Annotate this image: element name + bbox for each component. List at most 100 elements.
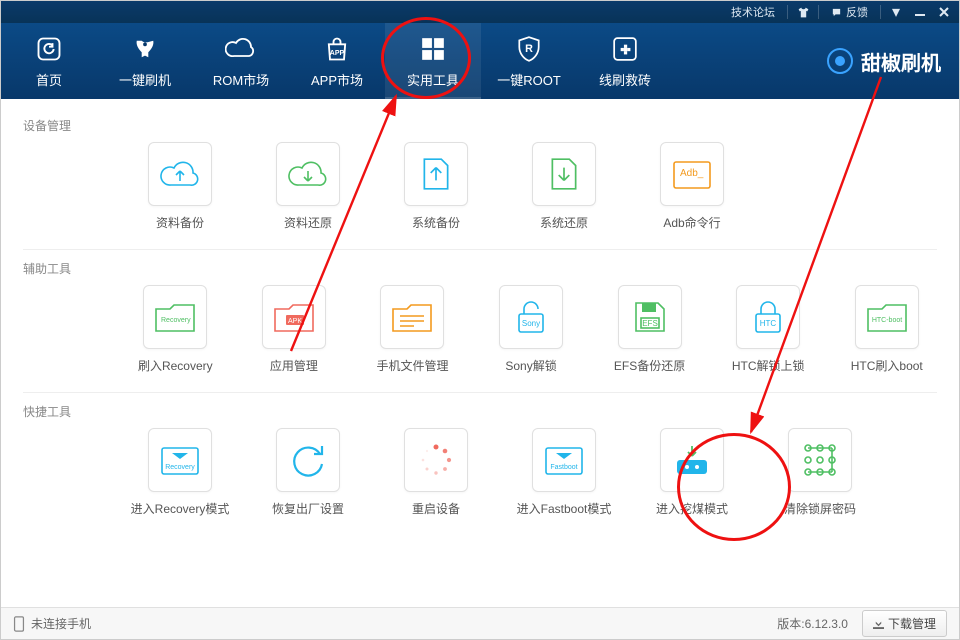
- speech-icon: [831, 7, 842, 18]
- bag-icon: APP: [320, 34, 354, 64]
- tool-enter-recovery[interactable]: Recovery 进入Recovery模式: [125, 428, 235, 517]
- svg-text:APP: APP: [330, 49, 345, 56]
- nav-oneclick-flash[interactable]: 一键刷机: [97, 23, 193, 99]
- tool-label: HTC刷入boot: [851, 357, 923, 374]
- floppy-icon: EFS: [632, 299, 668, 335]
- tool-label: Sony解锁: [505, 357, 556, 374]
- section-title-quick: 快捷工具: [23, 403, 937, 420]
- brand-text: 甜椒刷机: [861, 47, 941, 76]
- folder-files-icon: [390, 299, 434, 335]
- close-icon[interactable]: [933, 1, 955, 23]
- tool-reboot[interactable]: 重启设备: [381, 428, 491, 517]
- minimize-icon[interactable]: [909, 1, 931, 23]
- cycle-icon: [288, 440, 328, 480]
- titlebar: 技术论坛 反馈 ▾: [1, 1, 959, 23]
- separator: [23, 392, 937, 393]
- tool-adb[interactable]: Adb_ Adb命令行: [637, 142, 747, 231]
- tool-file-manage[interactable]: 手机文件管理: [362, 285, 463, 374]
- tool-label: 进入Recovery模式: [131, 500, 230, 517]
- rocket-icon: [128, 34, 162, 64]
- grid-icon: [416, 34, 450, 64]
- tool-app-manage[interactable]: APK 应用管理: [244, 285, 345, 374]
- nav-app-market[interactable]: APP APP市场: [289, 23, 385, 99]
- nav-label: 实用工具: [407, 70, 459, 89]
- brand-logo-icon: [827, 48, 853, 74]
- titlebar-divider: [880, 5, 881, 19]
- tool-label: 进入Fastboot模式: [517, 500, 612, 517]
- folder-recovery-icon: Recovery: [153, 299, 197, 335]
- shield-icon: R: [512, 34, 546, 64]
- enter-fastboot-icon: Fastboot: [542, 442, 586, 478]
- tool-label: 进入挖煤模式: [656, 500, 728, 517]
- android-dig-icon: [673, 442, 711, 478]
- download-manager-button[interactable]: 下载管理: [862, 610, 947, 637]
- svg-text:APK: APK: [288, 318, 302, 325]
- status-version: 版本:6.12.3.0: [777, 615, 848, 632]
- feedback-link[interactable]: 反馈: [823, 1, 876, 23]
- terminal-icon: Adb_: [671, 157, 713, 191]
- quick-row: Recovery 进入Recovery模式 恢复出厂设置 重启设备 Fastbo…: [23, 428, 937, 517]
- tool-label: 刷入Recovery: [138, 357, 213, 374]
- nav-tools[interactable]: 实用工具: [385, 23, 481, 99]
- svg-text:R: R: [525, 43, 533, 55]
- download-icon: [873, 618, 884, 629]
- nav-home[interactable]: 首页: [1, 23, 97, 99]
- lock-sony-icon: Sony: [514, 298, 548, 336]
- tool-backup-data[interactable]: 资料备份: [125, 142, 235, 231]
- refresh-icon: [32, 34, 66, 64]
- forum-link[interactable]: 技术论坛: [723, 1, 783, 23]
- nav-line-flash[interactable]: 线刷救砖: [577, 23, 673, 99]
- status-device: 未连接手机: [31, 615, 91, 632]
- tool-download-mode[interactable]: 进入挖煤模式: [637, 428, 747, 517]
- nav-label: 一键刷机: [119, 70, 171, 89]
- tool-htc-unlock[interactable]: HTC HTC解锁上锁: [718, 285, 819, 374]
- tool-label: 资料备份: [156, 214, 204, 231]
- tool-label: 恢复出厂设置: [272, 500, 344, 517]
- section-title-aux: 辅助工具: [23, 260, 937, 277]
- tool-label: 系统还原: [540, 214, 588, 231]
- device-row: 资料备份 资料还原 系统备份 系统还原 Adb_ Adb命令行: [23, 142, 937, 231]
- nav-root[interactable]: R 一键ROOT: [481, 23, 577, 99]
- svg-text:EFS: EFS: [642, 319, 658, 328]
- tool-htc-boot[interactable]: HTC-boot HTC刷入boot: [836, 285, 937, 374]
- tool-label: 手机文件管理: [376, 357, 448, 374]
- tool-label: 资料还原: [284, 214, 332, 231]
- statusbar: 未连接手机 版本:6.12.3.0 下载管理: [1, 607, 959, 639]
- svg-text:HTC: HTC: [760, 319, 777, 328]
- tool-sony-unlock[interactable]: Sony Sony解锁: [481, 285, 582, 374]
- nav-label: 首页: [36, 70, 62, 89]
- content: 设备管理 资料备份 资料还原 系统备份 系统还原 Adb_ Adb命令行 辅助工…: [1, 99, 959, 607]
- titlebar-divider: [818, 5, 819, 19]
- tool-system-backup[interactable]: 系统备份: [381, 142, 491, 231]
- aux-row: Recovery 刷入Recovery APK 应用管理 手机文件管理 Sony…: [23, 285, 937, 374]
- tool-label: Adb命令行: [663, 214, 720, 231]
- svg-text:Recovery: Recovery: [161, 317, 191, 324]
- lock-htc-icon: HTC: [751, 298, 785, 336]
- tool-efs[interactable]: EFS EFS备份还原: [599, 285, 700, 374]
- page-up-icon: [420, 156, 452, 192]
- tool-label: 重启设备: [412, 500, 460, 517]
- plus-square-icon: [608, 34, 642, 64]
- tool-flash-recovery[interactable]: Recovery 刷入Recovery: [125, 285, 226, 374]
- brand: 甜椒刷机: [827, 23, 941, 99]
- svg-text:Adb_: Adb_: [680, 168, 704, 179]
- tshirt-icon[interactable]: [792, 1, 814, 23]
- tool-label: 系统备份: [412, 214, 460, 231]
- tool-label: HTC解锁上锁: [732, 357, 805, 374]
- nav-rom-market[interactable]: ROM市场: [193, 23, 289, 99]
- tool-enter-fastboot[interactable]: Fastboot 进入Fastboot模式: [509, 428, 619, 517]
- loading-icon: [417, 441, 455, 479]
- tool-clear-lock[interactable]: 清除锁屏密码: [765, 428, 875, 517]
- menu-dropdown-icon[interactable]: ▾: [885, 1, 907, 23]
- tool-label: 清除锁屏密码: [784, 500, 856, 517]
- titlebar-divider: [787, 5, 788, 19]
- tool-system-restore[interactable]: 系统还原: [509, 142, 619, 231]
- pattern-icon: [800, 440, 840, 480]
- nav-label: ROM市场: [213, 70, 269, 89]
- svg-text:Sony: Sony: [522, 319, 540, 328]
- tool-restore-data[interactable]: 资料还原: [253, 142, 363, 231]
- svg-text:Recovery: Recovery: [165, 464, 195, 471]
- tool-factory-reset[interactable]: 恢复出厂设置: [253, 428, 363, 517]
- cloud-up-icon: [160, 157, 200, 191]
- cloud-icon: [224, 34, 258, 64]
